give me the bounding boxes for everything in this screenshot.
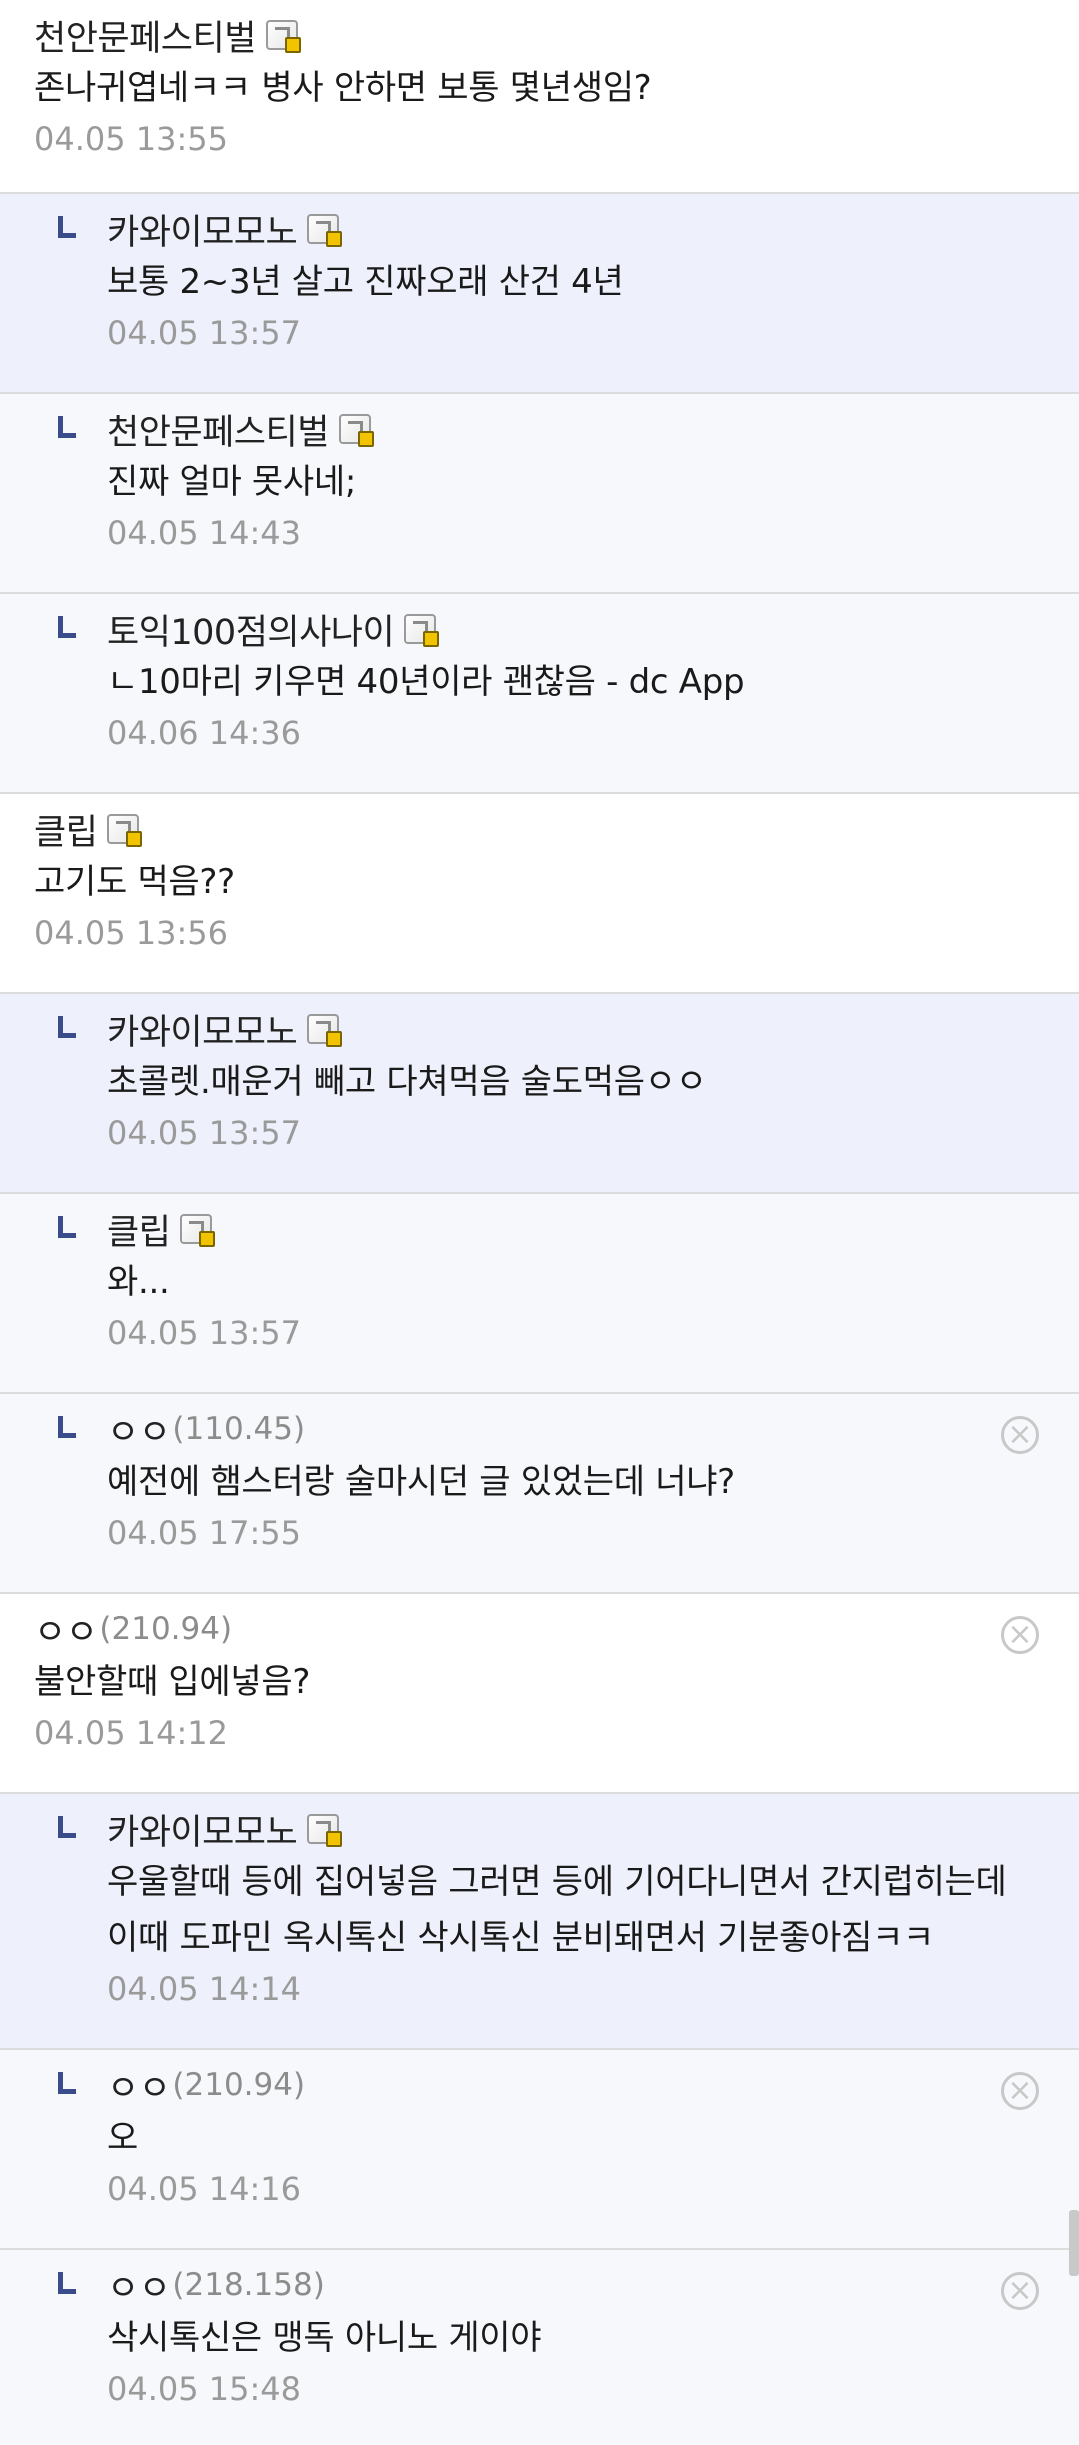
gallog-icon[interactable]: [307, 214, 343, 247]
delete-circle-icon[interactable]: ×: [1001, 2072, 1039, 2110]
comment-date: 04.05 14:16: [107, 2170, 301, 2208]
gallog-icon[interactable]: [265, 20, 301, 53]
comment-author-row: 카와이모모노: [107, 204, 1079, 254]
comment-text: 오: [107, 2118, 138, 2158]
comment-text: 와...: [107, 1262, 170, 1302]
comment-nickname[interactable]: 카와이모모노: [107, 1804, 298, 1855]
comment-ip: (210.94): [172, 2067, 306, 2103]
comment-nickname[interactable]: 클립: [34, 804, 98, 855]
comment-reply: 토익100점의사나이 ㄴ10마리 키우면 40년이라 괜찮음 - dc App …: [0, 594, 1079, 794]
gallog-icon[interactable]: [404, 614, 440, 647]
comment-author-row: 천안문페스티벌: [34, 10, 1079, 60]
comment-text: ㄴ10마리 키우면 40년이라 괜찮음 - dc App: [107, 662, 745, 702]
comment-date: 04.05 14:43: [107, 514, 301, 552]
comment-text: 보통 2~3년 살고 진짜오래 산건 4년: [107, 262, 624, 302]
comment-date: 04.05 13:57: [107, 1314, 301, 1352]
comment-ip: (110.45): [172, 1411, 306, 1447]
comment-author-row: 천안문페스티벌: [107, 404, 1079, 454]
comment-nickname[interactable]: 클립: [107, 1204, 171, 1255]
reply-arrow-icon: [58, 616, 76, 638]
comment-author-row: ㅇㅇ (110.45): [107, 1404, 1079, 1454]
comment-reply: 카와이모모노 보통 2~3년 살고 진짜오래 산건 4년 04.05 13:57: [0, 194, 1079, 394]
comment-text: 우울할때 등에 집어넣음 그러면 등에 기어다니면서 간지럽히는데 이때 도파민…: [107, 1862, 1007, 1958]
comment-date: 04.05 13:55: [34, 120, 228, 158]
reply-arrow-icon: [58, 416, 76, 438]
comment-item: 클립 고기도 먹음?? 04.05 13:56: [0, 794, 1079, 994]
comment-nickname[interactable]: 카와이모모노: [107, 1004, 298, 1055]
comment-author-row: 클립: [107, 1204, 1079, 1254]
comment-reply: 카와이모모노 초콜렛.매운거 빼고 다쳐먹음 술도먹음ㅇㅇ 04.05 13:5…: [0, 994, 1079, 1194]
comment-text: 삭시톡신은 맹독 아니노 게이야: [107, 2318, 542, 2358]
comment-text: 예전에 햄스터랑 술마시던 글 있었는데 너냐?: [107, 1462, 735, 1502]
delete-circle-icon[interactable]: ×: [1001, 2272, 1039, 2310]
comment-reply: ㅇㅇ (210.94) 오 04.05 14:16 ×: [0, 2050, 1079, 2250]
comment-author-row: 토익100점의사나이: [107, 604, 1079, 654]
comment-author-row: ㅇㅇ (218.158): [107, 2260, 1079, 2310]
comment-text: 초콜렛.매운거 빼고 다쳐먹음 술도먹음ㅇㅇ: [107, 1062, 707, 1102]
reply-arrow-icon: [58, 1416, 76, 1438]
comment-date: 04.06 14:36: [107, 714, 301, 752]
comment-text: 불안할때 입에넣음?: [34, 1662, 311, 1702]
gallog-icon[interactable]: [180, 1214, 216, 1247]
comment-item: 천안문페스티벌 존나귀엽네ㅋㅋ 병사 안하면 보통 몇년생임? 04.05 13…: [0, 0, 1079, 194]
comment-item: ㅇㅇ (210.94) 불안할때 입에넣음? 04.05 14:12 ×: [0, 1594, 1079, 1794]
comment-text: 고기도 먹음??: [34, 862, 235, 902]
delete-circle-icon[interactable]: ×: [1001, 1616, 1039, 1654]
gallog-icon[interactable]: [307, 1814, 343, 1847]
comment-reply: 카와이모모노 우울할때 등에 집어넣음 그러면 등에 기어다니면서 간지럽히는데…: [0, 1794, 1079, 2050]
comment-date: 04.05 13:57: [107, 314, 301, 352]
comment-nickname[interactable]: ㅇㅇ: [107, 2060, 171, 2111]
reply-arrow-icon: [58, 1016, 76, 1038]
comment-date: 04.05 15:48: [107, 2370, 301, 2408]
comment-reply: ㅇㅇ (218.158) 삭시톡신은 맹독 아니노 게이야 04.05 15:4…: [0, 2250, 1079, 2445]
comment-author-row: 카와이모모노: [107, 1004, 1079, 1054]
reply-arrow-icon: [58, 216, 76, 238]
comment-nickname[interactable]: ㅇㅇ: [107, 1404, 171, 1455]
scrollbar-thumb[interactable]: [1069, 2210, 1079, 2276]
comment-nickname[interactable]: 천안문페스티벌: [107, 404, 329, 455]
comment-author-row: ㅇㅇ (210.94): [107, 2060, 1079, 2110]
comment-text: 존나귀엽네ㅋㅋ 병사 안하면 보통 몇년생임?: [34, 68, 652, 108]
comment-author-row: 카와이모모노: [107, 1804, 1079, 1854]
comment-author-row: 클립: [34, 804, 1079, 854]
reply-arrow-icon: [58, 1816, 76, 1838]
delete-circle-icon[interactable]: ×: [1001, 1416, 1039, 1454]
comment-ip: (210.94): [99, 1611, 233, 1647]
comment-date: 04.05 14:12: [34, 1714, 228, 1752]
gallog-icon[interactable]: [307, 1014, 343, 1047]
gallog-icon[interactable]: [338, 414, 374, 447]
comment-ip: (218.158): [172, 2267, 325, 2303]
comment-reply: 천안문페스티벌 진짜 얼마 못사네; 04.05 14:43: [0, 394, 1079, 594]
comment-nickname[interactable]: 토익100점의사나이: [107, 604, 395, 655]
gallog-icon[interactable]: [107, 814, 143, 847]
comment-nickname[interactable]: ㅇㅇ: [107, 2260, 171, 2311]
comment-text: 진짜 얼마 못사네;: [107, 462, 357, 502]
comment-author-row: ㅇㅇ (210.94): [34, 1604, 1079, 1654]
comment-date: 04.05 17:55: [107, 1514, 301, 1552]
comment-nickname[interactable]: 천안문페스티벌: [34, 10, 256, 61]
comment-nickname[interactable]: ㅇㅇ: [34, 1604, 98, 1655]
comment-date: 04.05 14:14: [107, 1970, 301, 2008]
comment-reply: 클립 와... 04.05 13:57: [0, 1194, 1079, 1394]
reply-arrow-icon: [58, 1216, 76, 1238]
comment-date: 04.05 13:56: [34, 914, 228, 952]
reply-arrow-icon: [58, 2072, 76, 2094]
comment-date: 04.05 13:57: [107, 1114, 301, 1152]
comment-reply: ㅇㅇ (110.45) 예전에 햄스터랑 술마시던 글 있었는데 너냐? 04.…: [0, 1394, 1079, 1594]
reply-arrow-icon: [58, 2272, 76, 2294]
comment-nickname[interactable]: 카와이모모노: [107, 204, 298, 255]
